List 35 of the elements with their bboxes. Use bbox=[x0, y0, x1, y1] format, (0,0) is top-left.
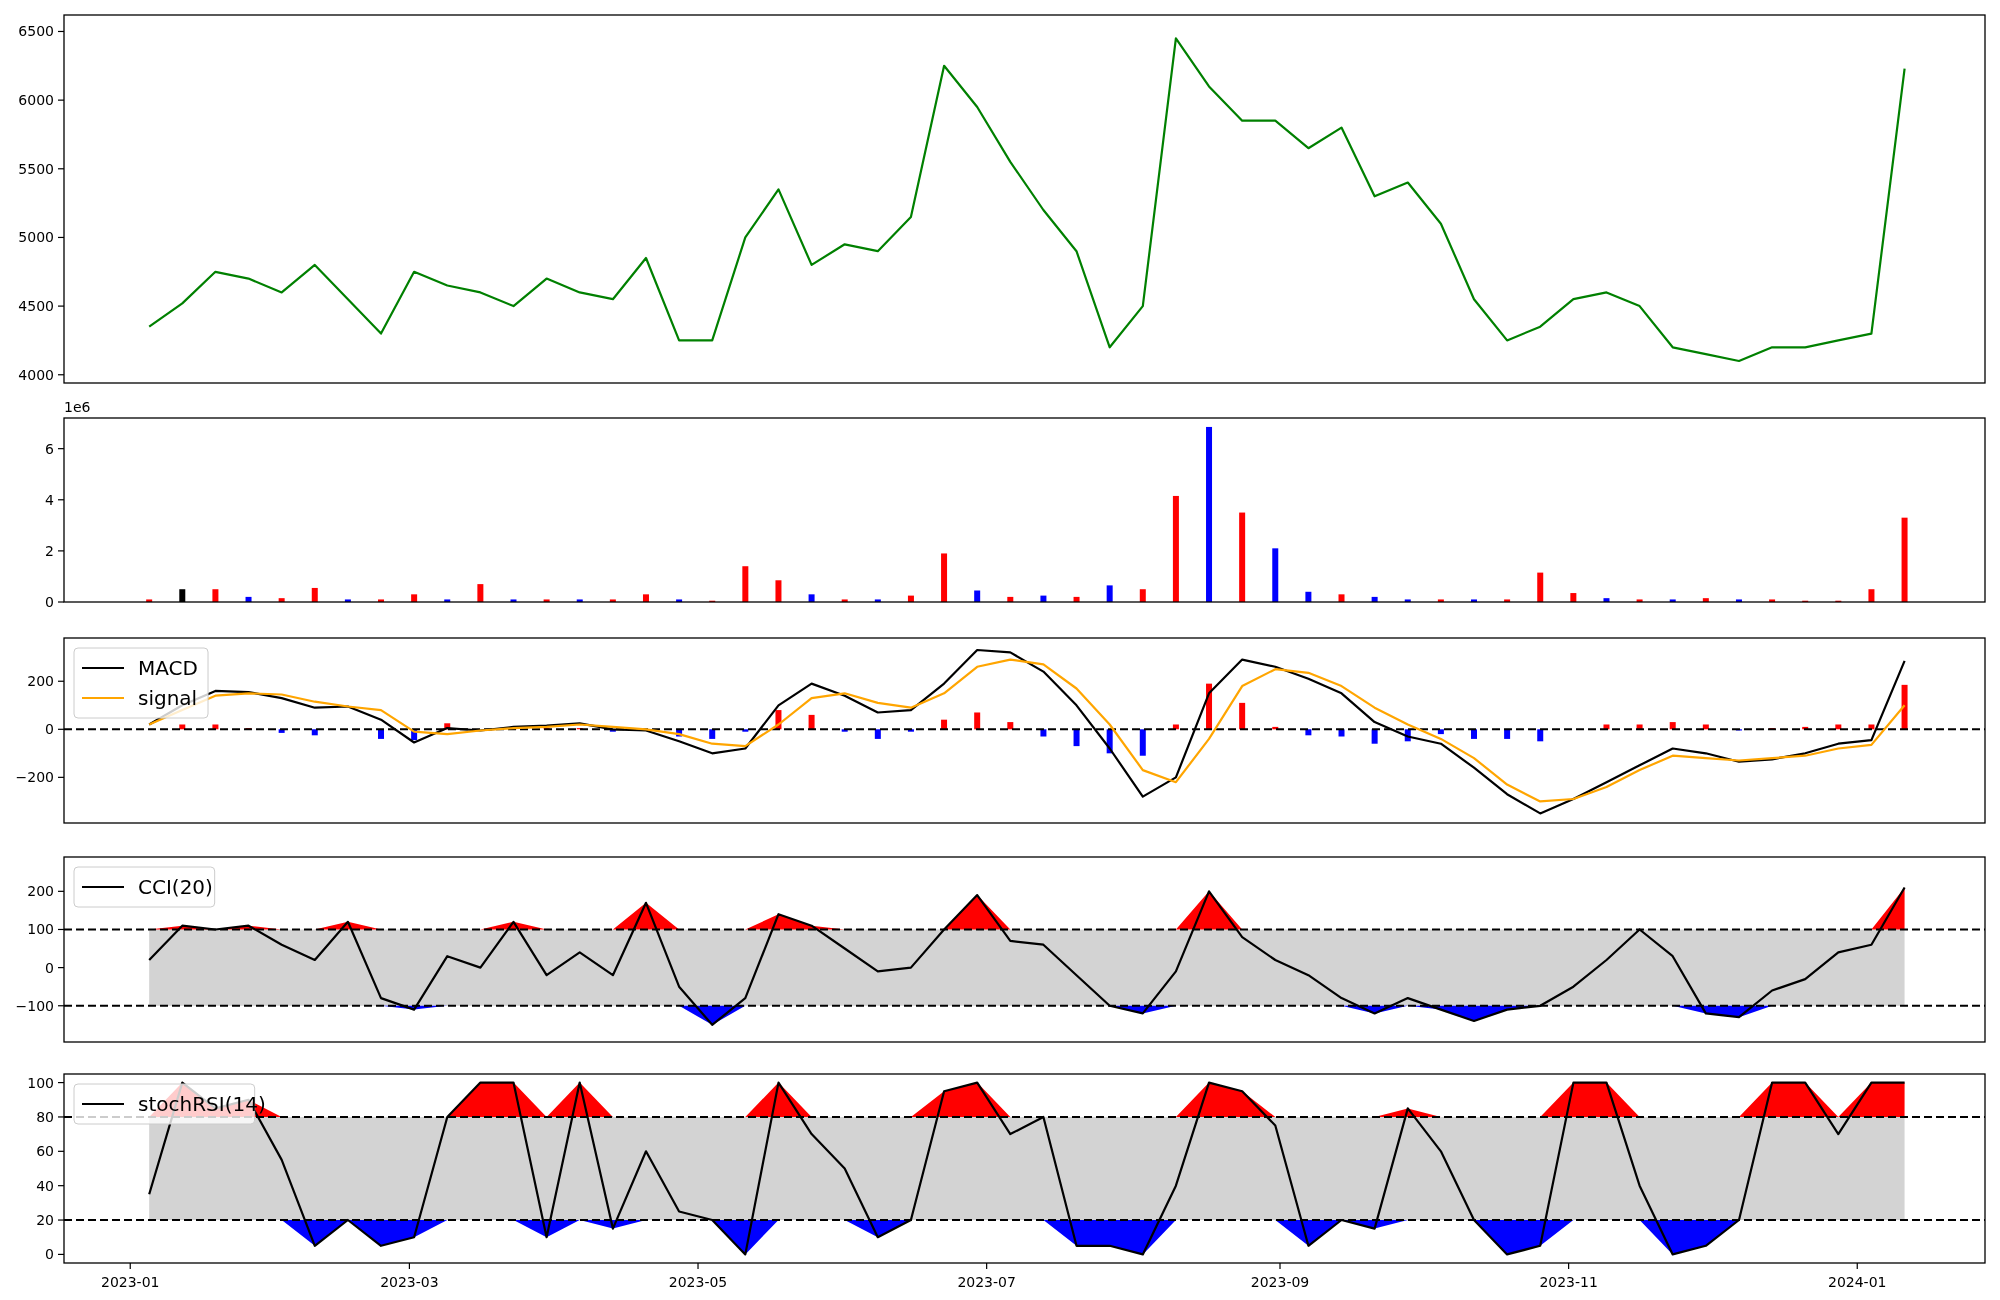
legend-label: CCI(20) bbox=[138, 875, 213, 899]
y-tick-label: 5500 bbox=[18, 160, 54, 177]
legend-label: stochRSI(14) bbox=[138, 1092, 266, 1116]
y-tick-label: 5000 bbox=[18, 229, 54, 246]
y-tick-label: 40 bbox=[36, 1177, 54, 1194]
y-tick-label: 100 bbox=[27, 1074, 54, 1091]
y-tick-label: 4000 bbox=[18, 366, 54, 383]
legend-label: signal bbox=[138, 686, 198, 710]
legend-label: MACD bbox=[138, 656, 198, 680]
y-tick-label: 0 bbox=[45, 959, 54, 976]
y-tick-label: −200 bbox=[15, 769, 54, 786]
x-tick-label: 2023-01 bbox=[101, 1274, 160, 1290]
y-tick-label: 4500 bbox=[18, 298, 54, 315]
y-tick-label: 6500 bbox=[18, 23, 54, 40]
x-tick-label: 2023-11 bbox=[1539, 1274, 1598, 1290]
y-tick-label: 60 bbox=[36, 1143, 54, 1160]
y-tick-label: 0 bbox=[45, 721, 54, 738]
y-tick-label: 200 bbox=[27, 673, 54, 690]
y-tick-label: 20 bbox=[36, 1212, 54, 1229]
y-tick-label: 0 bbox=[45, 594, 54, 610]
x-tick-label: 2023-09 bbox=[1250, 1274, 1310, 1290]
x-tick-label: 2024-01 bbox=[1828, 1274, 1887, 1290]
x-tick-label: 2023-03 bbox=[380, 1274, 439, 1290]
y-tick-label: 200 bbox=[27, 883, 54, 900]
y-tick-label: 80 bbox=[36, 1108, 54, 1125]
y-tick-label: −100 bbox=[15, 997, 54, 1014]
axis-offset-label: 1e6 bbox=[64, 400, 91, 415]
y-tick-label: 100 bbox=[27, 921, 54, 938]
y-tick-label: 0 bbox=[45, 1246, 54, 1263]
x-tick-label: 2023-07 bbox=[957, 1274, 1016, 1290]
y-tick-label: 6 bbox=[45, 440, 54, 457]
y-tick-label: 4 bbox=[45, 491, 54, 508]
y-tick-label: 6000 bbox=[18, 92, 54, 109]
x-tick-label: 2023-05 bbox=[668, 1274, 728, 1290]
y-tick-label: 2 bbox=[45, 542, 54, 559]
